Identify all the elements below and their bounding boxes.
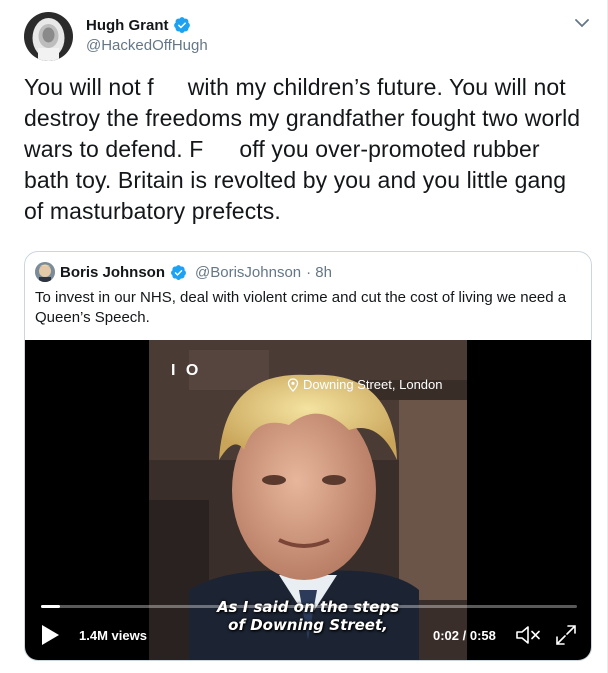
video-progress-fill bbox=[41, 605, 60, 608]
verified-badge-icon bbox=[173, 17, 190, 33]
author-handle[interactable]: @HackedOffHugh bbox=[86, 37, 208, 54]
video-player[interactable]: I O Downing Street, London As I said on … bbox=[25, 340, 591, 660]
tweet-card: Hugh Grant @HackedOffHugh You will not f… bbox=[0, 0, 608, 673]
tweet-text-line-3: wars to defend. Foff you over-promoted r… bbox=[24, 136, 540, 162]
video-progress-bar[interactable] bbox=[41, 605, 577, 608]
quoted-handle: @BorisJohnson bbox=[195, 263, 302, 281]
volume-muted-icon[interactable] bbox=[515, 624, 541, 646]
quoted-tweet-header: Boris Johnson @BorisJohnson · 8h bbox=[35, 262, 332, 282]
video-view-count: 1.4M views bbox=[79, 628, 147, 643]
play-icon[interactable] bbox=[39, 623, 61, 647]
quoted-tweet[interactable]: Boris Johnson @BorisJohnson · 8h To inve… bbox=[24, 251, 592, 661]
tweet-text-line-4: bath toy. Britain is revolted by you and… bbox=[24, 167, 567, 193]
author-display-name[interactable]: Hugh Grant bbox=[86, 17, 169, 34]
tweet-text-line-5: of masturbatory prefects. bbox=[24, 198, 281, 224]
verified-badge-icon bbox=[171, 264, 186, 280]
chevron-down-icon[interactable] bbox=[575, 18, 589, 28]
video-subtitle: As I said on the steps of Downing Street… bbox=[149, 598, 467, 634]
subtitle-line-2: of Downing Street, bbox=[228, 616, 388, 634]
quoted-avatar bbox=[35, 262, 55, 282]
quoted-timestamp: · 8h bbox=[306, 263, 332, 281]
location-text: Downing Street, London bbox=[303, 377, 443, 392]
author-name-row: Hugh Grant bbox=[86, 16, 191, 34]
tweet-text-line-2: destroy the freedoms my grandfather foug… bbox=[24, 105, 581, 131]
quoted-tweet-text: To invest in our NHS, deal with violent … bbox=[35, 289, 567, 326]
location-tag: Downing Street, London bbox=[287, 377, 442, 392]
tweet-text: You will not f with my children’s future.… bbox=[24, 72, 594, 227]
channel-badge: I O bbox=[171, 362, 202, 379]
avatar[interactable] bbox=[24, 12, 73, 61]
tweet-text-line-1: You will not f with my children’s future.… bbox=[24, 74, 566, 100]
fullscreen-icon[interactable] bbox=[555, 624, 577, 646]
video-time: 0:02 / 0:58 bbox=[433, 628, 496, 643]
location-pin-icon bbox=[287, 377, 299, 392]
quoted-display-name: Boris Johnson bbox=[60, 263, 166, 281]
